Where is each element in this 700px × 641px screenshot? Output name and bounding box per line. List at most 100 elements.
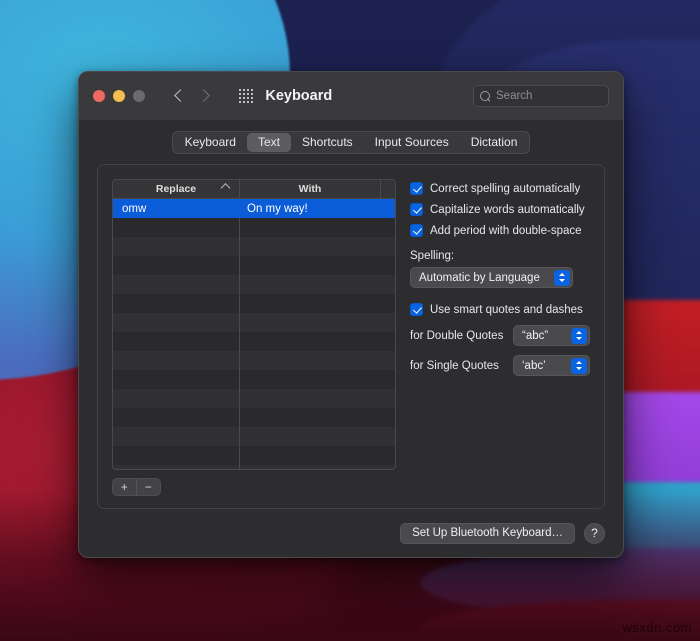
table-row[interactable] — [113, 465, 395, 469]
column-header-with[interactable]: With — [240, 180, 381, 198]
add-remove-segmented-control: + − — [112, 477, 161, 496]
cell-replace: omw — [113, 199, 240, 218]
table-row[interactable] — [113, 294, 395, 313]
chevron-updown-icon — [571, 357, 587, 374]
tab-dictation[interactable]: Dictation — [460, 133, 529, 152]
cell-replace — [113, 332, 240, 351]
table-row[interactable] — [113, 408, 395, 427]
cell-with — [240, 237, 395, 256]
cell-replace — [113, 370, 240, 389]
cell-replace — [113, 427, 240, 446]
zoom-button[interactable] — [133, 90, 145, 102]
column-header-replace[interactable]: Replace — [113, 180, 240, 198]
table-row[interactable] — [113, 237, 395, 256]
replacements-column: Replace With omw On my way! + − — [112, 179, 396, 496]
checkbox-label-correct-spelling: Correct spelling automatically — [430, 182, 581, 195]
cell-replace — [113, 237, 240, 256]
tab-shortcuts[interactable]: Shortcuts — [291, 133, 364, 152]
tab-keyboard[interactable]: Keyboard — [174, 133, 247, 152]
forward-arrow-icon[interactable] — [195, 86, 213, 106]
cell-replace — [113, 351, 240, 370]
watermark: wsxdn.com — [622, 620, 692, 635]
table-row[interactable] — [113, 446, 395, 465]
cell-replace — [113, 389, 240, 408]
column-header-with-label: With — [298, 183, 322, 195]
table-row[interactable] — [113, 351, 395, 370]
column-header-replace-label: Replace — [155, 183, 197, 195]
tab-group: Keyboard Text Shortcuts Input Sources Di… — [171, 130, 531, 154]
table-header-row: Replace With — [113, 180, 395, 199]
tab-input-sources[interactable]: Input Sources — [364, 133, 460, 152]
double-quotes-row: for Double Quotes “abc” — [410, 325, 590, 346]
checkbox-row-correct-spelling[interactable]: Correct spelling automatically — [410, 182, 590, 195]
traffic-lights — [93, 90, 145, 102]
cell-with — [240, 256, 395, 275]
checkbox-add-period[interactable] — [410, 224, 423, 237]
table-row[interactable] — [113, 313, 395, 332]
window-titlebar: Keyboard — [79, 72, 623, 120]
spelling-dropdown[interactable]: Automatic by Language — [410, 267, 573, 288]
cell-with — [240, 465, 395, 469]
checkbox-row-smart-quotes[interactable]: Use smart quotes and dashes — [410, 303, 590, 316]
cell-replace — [113, 256, 240, 275]
single-quotes-value: ‘abc’ — [522, 359, 546, 372]
table-row[interactable] — [113, 256, 395, 275]
window-footer: Set Up Bluetooth Keyboard… ? — [79, 509, 623, 557]
cell-replace — [113, 313, 240, 332]
table-row[interactable] — [113, 275, 395, 294]
chevron-updown-icon — [571, 327, 587, 344]
tab-text[interactable]: Text — [246, 132, 291, 152]
navigation-arrows — [171, 86, 213, 106]
back-arrow-icon[interactable] — [171, 86, 189, 106]
keyboard-preferences-window: Keyboard Keyboard Text Shortcuts Input S… — [78, 71, 624, 558]
minimize-button[interactable] — [113, 90, 125, 102]
table-row[interactable] — [113, 427, 395, 446]
table-row[interactable] — [113, 332, 395, 351]
text-options-column: Correct spelling automatically Capitaliz… — [410, 179, 590, 496]
search-icon — [480, 90, 491, 102]
column-header-spare — [381, 180, 395, 198]
show-all-icon[interactable] — [239, 88, 254, 104]
checkbox-label-add-period: Add period with double-space — [430, 224, 582, 237]
search-input[interactable] — [496, 90, 602, 102]
table-row[interactable]: omw On my way! — [113, 199, 395, 218]
chevron-updown-icon — [554, 269, 570, 286]
single-quotes-label: for Single Quotes — [410, 359, 499, 372]
cell-with — [240, 446, 395, 465]
single-quotes-row: for Single Quotes ‘abc’ — [410, 355, 590, 376]
add-replacement-button[interactable]: + — [113, 478, 137, 495]
cell-with — [240, 408, 395, 427]
tab-bar: Keyboard Text Shortcuts Input Sources Di… — [79, 120, 623, 164]
single-quotes-dropdown[interactable]: ‘abc’ — [513, 355, 590, 376]
checkbox-smart-quotes[interactable] — [410, 303, 423, 316]
set-up-bluetooth-keyboard-button[interactable]: Set Up Bluetooth Keyboard… — [400, 522, 575, 544]
cell-with — [240, 351, 395, 370]
table-row[interactable] — [113, 389, 395, 408]
search-field[interactable] — [473, 85, 609, 107]
sort-ascending-icon — [220, 183, 231, 193]
cell-with — [240, 313, 395, 332]
cell-replace — [113, 446, 240, 465]
cell-with — [240, 370, 395, 389]
checkbox-capitalize-words[interactable] — [410, 203, 423, 216]
remove-replacement-button[interactable]: − — [137, 479, 161, 495]
cell-with: On my way! — [247, 202, 308, 215]
cell-with — [240, 427, 395, 446]
double-quotes-value: “abc” — [522, 329, 549, 342]
close-button[interactable] — [93, 90, 105, 102]
cell-replace — [113, 465, 240, 469]
text-settings-panel: Replace With omw On my way! + − Correct … — [97, 164, 605, 509]
checkbox-row-capitalize-words[interactable]: Capitalize words automatically — [410, 203, 590, 216]
table-row[interactable] — [113, 370, 395, 389]
double-quotes-dropdown[interactable]: “abc” — [513, 325, 590, 346]
cell-with — [240, 294, 395, 313]
text-replacements-table[interactable]: Replace With omw On my way! — [112, 179, 396, 470]
checkbox-row-add-period[interactable]: Add period with double-space — [410, 224, 590, 237]
cell-replace — [113, 294, 240, 313]
cell-with — [240, 389, 395, 408]
checkbox-correct-spelling[interactable] — [410, 182, 423, 195]
cell-with — [240, 332, 395, 351]
help-button[interactable]: ? — [584, 522, 605, 544]
spelling-label: Spelling: — [410, 250, 455, 262]
table-row[interactable] — [113, 218, 395, 237]
